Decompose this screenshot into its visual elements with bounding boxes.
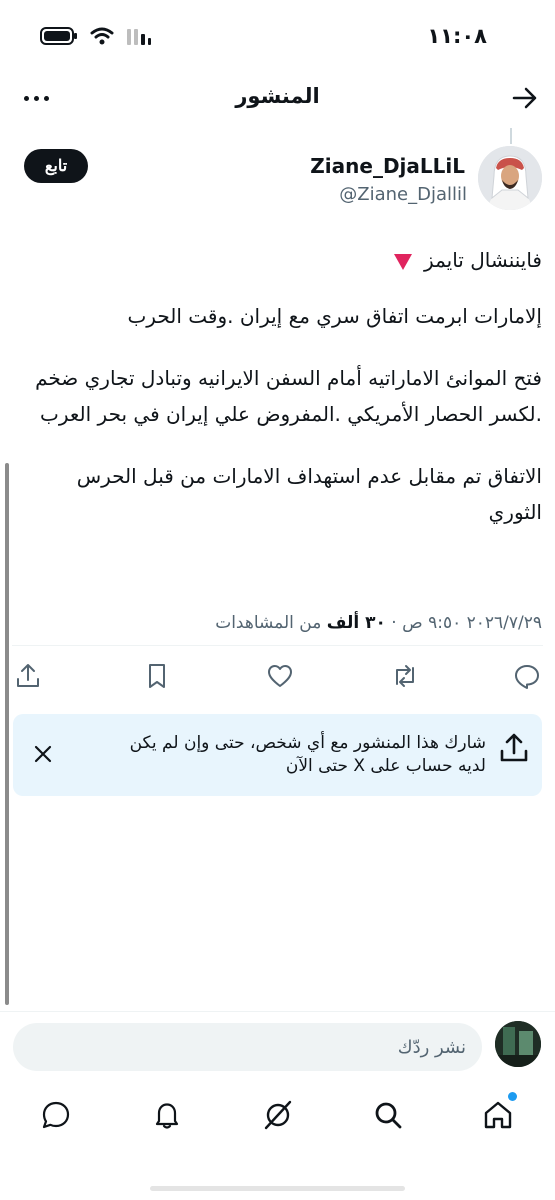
divider xyxy=(0,1011,555,1012)
post-line: فتح الموانئ الاماراتيه أمام السفن الايرا… xyxy=(35,366,542,426)
status-time: ١١:٠٨ xyxy=(427,24,487,48)
notification-dot xyxy=(508,1092,517,1101)
reply-icon xyxy=(515,665,539,689)
author-handle[interactable]: @Ziane_Djallil xyxy=(339,184,467,205)
post-actions xyxy=(12,656,543,696)
repost-button[interactable] xyxy=(389,660,421,692)
post-line: الاتفاق تم مقابل عدم استهداف الامارات من… xyxy=(76,464,542,524)
bookmark-icon xyxy=(149,664,165,688)
grok-icon xyxy=(264,1100,292,1130)
share-button[interactable] xyxy=(12,660,44,692)
author-name[interactable]: Ziane_DjaLLiL xyxy=(310,154,465,178)
nav-home[interactable] xyxy=(481,1092,517,1132)
divider xyxy=(12,645,543,646)
notifications-icon xyxy=(155,1103,179,1129)
scrollbar[interactable] xyxy=(5,463,9,1005)
repost-icon xyxy=(396,665,414,687)
nav-search[interactable] xyxy=(371,1098,405,1132)
views-label: من المشاهدات xyxy=(215,613,322,633)
home-indicator xyxy=(150,1186,405,1191)
battery-icon xyxy=(40,26,78,50)
search-icon xyxy=(375,1102,402,1129)
reply-button[interactable] xyxy=(511,660,543,692)
wifi-icon xyxy=(90,26,114,50)
post-source: فايننشال تايمز xyxy=(424,248,542,272)
like-button[interactable] xyxy=(264,660,296,692)
page-title: المنشور xyxy=(235,84,320,108)
signal-icon xyxy=(126,26,152,50)
share-prompt-card[interactable]: شارك هذا المنشور مع أي شخص، حتى وإن لم ي… xyxy=(13,714,542,796)
views-count: ٣٠ ألف xyxy=(326,613,386,633)
share-prompt-icon xyxy=(498,731,530,765)
post-date: ٢٠٢٦/٧/٢٩ xyxy=(466,613,542,633)
more-horizontal-icon xyxy=(24,95,29,101)
close-icon[interactable] xyxy=(31,742,55,766)
bottom-nav xyxy=(0,1090,555,1146)
reply-input[interactable] xyxy=(13,1023,482,1071)
status-icons xyxy=(40,26,152,50)
post-body: فايننشال تايمز إلامارات ابرمت اتفاق سري … xyxy=(22,242,542,556)
post-line: إلامارات ابرمت اتفاق سري مع إيران .وقت ا… xyxy=(127,304,542,328)
bookmark-button[interactable] xyxy=(141,660,173,692)
post-line: فايننشال تايمز xyxy=(22,242,542,278)
follow-button[interactable]: تابع xyxy=(24,149,88,183)
nav-grok[interactable] xyxy=(261,1098,295,1132)
post-time: ٩:٥٠ ص xyxy=(402,613,462,633)
nav-notifications[interactable] xyxy=(150,1098,184,1132)
post-meta: ٢٠٢٦/٧/٢٩ ٩:٥٠ ص · ٣٠ ألف من المشاهدات xyxy=(215,613,542,633)
thread-line xyxy=(510,128,512,144)
messages-icon xyxy=(42,1101,70,1129)
like-icon xyxy=(268,665,292,687)
share-icon xyxy=(17,664,39,687)
avatar[interactable] xyxy=(495,1021,541,1067)
nav-messages[interactable] xyxy=(39,1098,73,1132)
avatar[interactable] xyxy=(478,146,542,210)
home-icon xyxy=(484,1101,512,1129)
share-prompt-text: شارك هذا المنشور مع أي شخص، حتى وإن لم ي… xyxy=(129,733,486,776)
more-options-button[interactable] xyxy=(24,84,56,112)
red-triangle-icon xyxy=(393,253,412,270)
